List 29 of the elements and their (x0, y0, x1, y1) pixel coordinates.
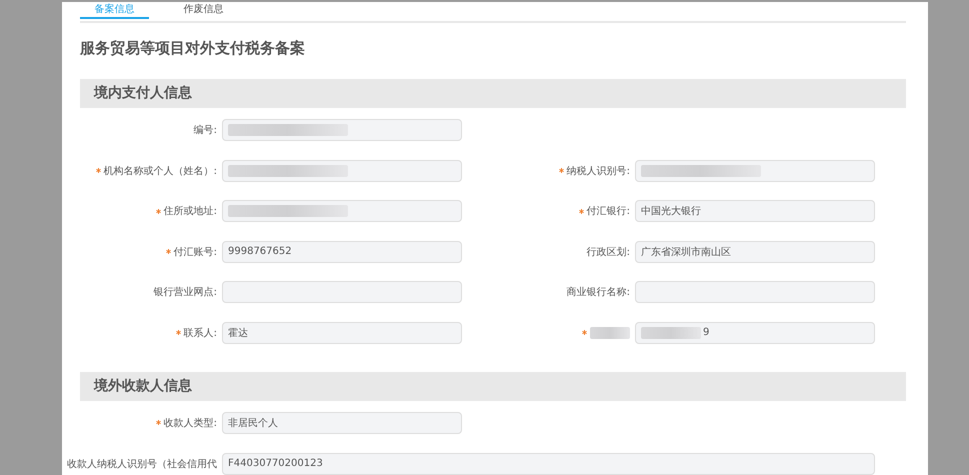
input-field[interactable]: F44030770200123 (222, 452, 875, 475)
section-header: 境外收款人信息 (80, 372, 906, 401)
field-label: 收款人类型: (164, 416, 217, 430)
field-label: 付汇账号: (174, 246, 217, 259)
input-field[interactable] (635, 160, 875, 182)
section-header: 境内支付人信息 (80, 79, 906, 108)
input-field[interactable]: 9998767652 (222, 240, 462, 263)
input-field[interactable] (222, 160, 462, 182)
field-label: 付汇银行: (586, 205, 630, 218)
field-label: 住所或地址: (164, 204, 217, 218)
input-field[interactable] (635, 281, 875, 304)
input-field[interactable]: 广东省深圳市南山区 (635, 240, 875, 263)
field-label: 机构名称或个人（姓名）: (104, 164, 217, 178)
input-field[interactable]: 霍达 (222, 322, 462, 344)
input-field[interactable]: 9 (635, 322, 875, 344)
page-title: 服务贸易等项目对外支付税务备案 (80, 38, 306, 58)
input-field[interactable]: 非居民个人 (222, 412, 462, 434)
input-field[interactable] (222, 281, 462, 304)
input-field[interactable] (222, 200, 462, 222)
field-label: 行政区划: (586, 246, 630, 259)
tab[interactable]: 作废信息 (169, 2, 238, 19)
field-label: 纳税人识别号: (566, 164, 630, 178)
field-label: 编号: (194, 124, 217, 137)
input-field[interactable] (222, 119, 462, 141)
field-label: 银行营业网点: (154, 286, 217, 300)
field-label: 商业银行名称: (566, 286, 630, 300)
field-label: 联系人: (184, 326, 217, 340)
field-label: 收款人纳税人识别号（社会信用代 (67, 458, 217, 471)
input-field[interactable]: 中国光大银行 (635, 200, 875, 222)
